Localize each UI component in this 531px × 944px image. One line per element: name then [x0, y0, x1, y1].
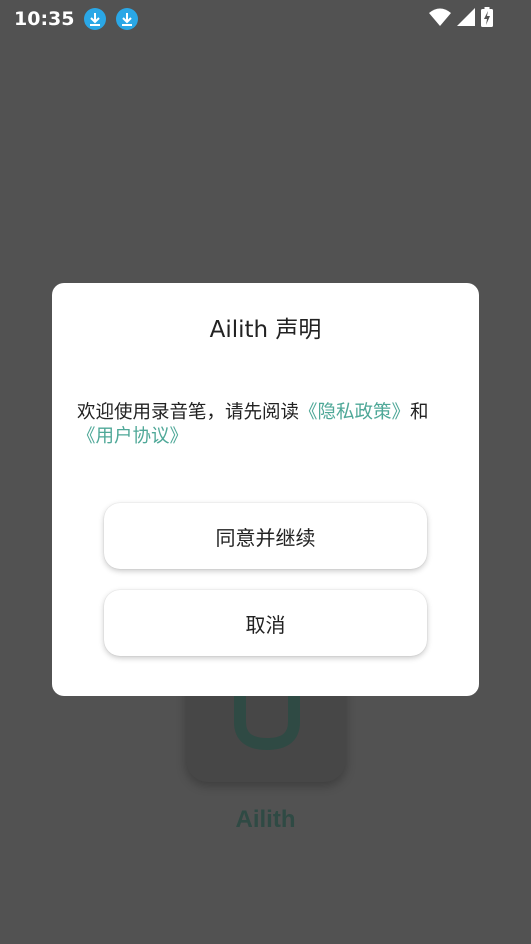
status-bar: 10:35 [0, 0, 531, 38]
download-icon [116, 8, 139, 30]
message-text: 欢迎使用录音笔，请先阅读 [77, 402, 300, 423]
dialog-message: 欢迎使用录音笔，请先阅读《隐私政策》和《用户协议》 [77, 401, 457, 449]
screen: Ailith 10:35 Ailith 声明 欢迎使用录音笔，请先阅读《隐私政策… [0, 0, 531, 944]
user-agreement-link[interactable]: 《用户协议》 [77, 426, 188, 447]
download-icon [84, 8, 107, 30]
statement-dialog: Ailith 声明 欢迎使用录音笔，请先阅读《隐私政策》和《用户协议》 同意并继… [52, 283, 479, 696]
splash-app-name: Ailith [235, 806, 296, 833]
cancel-button[interactable]: 取消 [104, 590, 427, 656]
dialog-title: Ailith 声明 [209, 317, 322, 343]
message-conjunction: 和 [410, 402, 429, 423]
cell-signal-icon [457, 8, 475, 26]
wifi-icon [429, 8, 451, 26]
battery-charging-icon [481, 7, 493, 27]
status-icons [429, 7, 493, 27]
agree-continue-button[interactable]: 同意并继续 [104, 503, 427, 569]
status-time: 10:35 [14, 8, 75, 30]
privacy-policy-link[interactable]: 《隐私政策》 [299, 402, 410, 423]
